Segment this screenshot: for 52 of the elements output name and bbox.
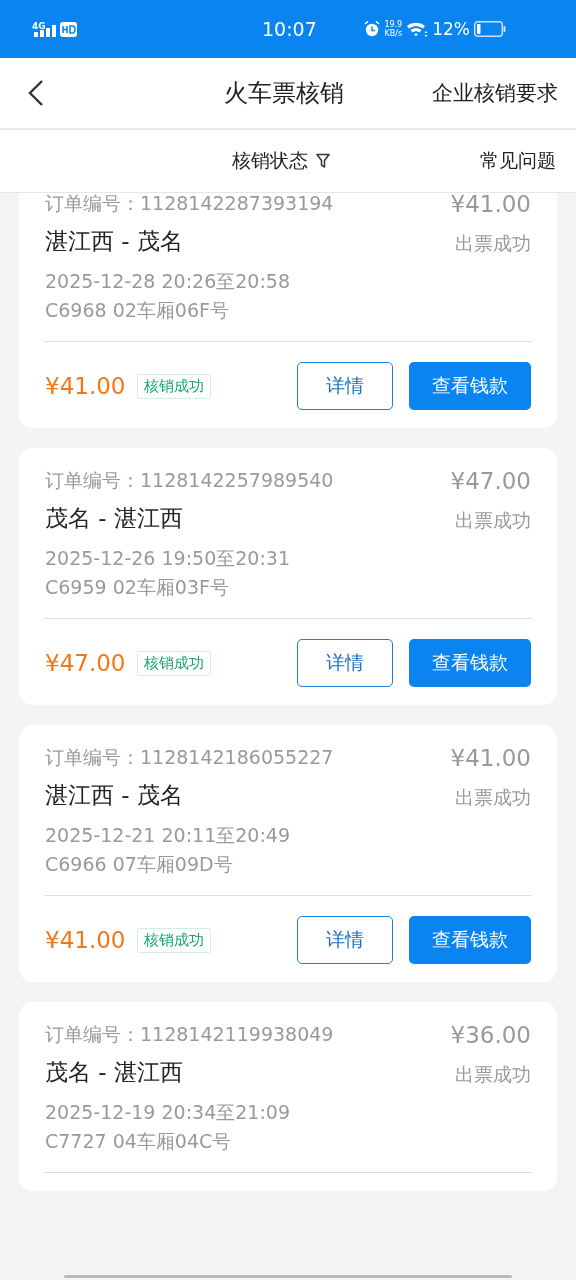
network-type: 4G bbox=[32, 21, 46, 31]
alarm-icon bbox=[364, 21, 381, 37]
departure-time: 2025-12-26 19:50至20:31 bbox=[45, 546, 291, 571]
battery-percent: 12% bbox=[432, 19, 470, 39]
departure-time: 2025-12-21 20:11至20:49 bbox=[45, 823, 291, 848]
view-payment-button[interactable]: 查看钱款 bbox=[409, 639, 531, 687]
route: 茂名 - 湛江西 bbox=[45, 1057, 183, 1087]
verify-status-tag: 核销成功 bbox=[137, 373, 212, 399]
ticket-status: 出票成功 bbox=[455, 508, 531, 533]
details-button[interactable]: 详情 bbox=[297, 916, 393, 964]
ticket-status: 出票成功 bbox=[455, 785, 531, 810]
route: 茂名 - 湛江西 bbox=[45, 503, 183, 533]
view-payment-button[interactable]: 查看钱款 bbox=[409, 362, 531, 410]
filter-icon bbox=[316, 153, 330, 169]
verified-amount: ¥47.00 bbox=[45, 650, 126, 676]
ticket-price: ¥36.00 bbox=[450, 1022, 531, 1048]
seat-info: C7727 04车厢04C号 bbox=[45, 1129, 233, 1154]
seat-info: C6966 07车厢09D号 bbox=[45, 852, 234, 877]
battery-icon bbox=[474, 21, 506, 37]
verify-status-tag: 核销成功 bbox=[137, 650, 212, 676]
seat-info: C6959 02车厢03F号 bbox=[45, 575, 230, 600]
verified-amount: ¥41.00 bbox=[45, 927, 126, 953]
back-button[interactable] bbox=[28, 79, 44, 107]
hd-icon bbox=[59, 22, 77, 37]
speed-unit: KB/s bbox=[384, 29, 403, 38]
route: 湛江西 - 茂名 bbox=[45, 226, 183, 256]
verify-status-tag: 核销成功 bbox=[137, 927, 212, 953]
speed-value: 19.9 bbox=[384, 20, 403, 29]
route: 湛江西 - 茂名 bbox=[45, 780, 183, 810]
ticket-price: ¥41.00 bbox=[450, 193, 531, 217]
ticket-price: ¥47.00 bbox=[450, 468, 531, 494]
order-number: 订单编号：1128142287393194 bbox=[45, 193, 334, 216]
departure-time: 2025-12-28 20:26至20:58 bbox=[45, 269, 291, 294]
ticket-status: 出票成功 bbox=[455, 231, 531, 256]
back-icon bbox=[28, 79, 44, 107]
faq-link[interactable]: 常见问题 bbox=[480, 148, 556, 174]
requirements-link[interactable]: 企业核销要求 bbox=[432, 79, 558, 107]
status-filter[interactable]: 核销状态 bbox=[232, 148, 330, 174]
order-number: 订单编号：1128142186055227 bbox=[45, 745, 334, 770]
verified-amount: ¥41.00 bbox=[45, 373, 126, 399]
order-number: 订单编号：1128142257989540 bbox=[45, 468, 334, 493]
ticket-status: 出票成功 bbox=[455, 1062, 531, 1087]
clock-time: 10:07 bbox=[262, 18, 317, 40]
order-number: 订单编号：1128142119938049 bbox=[45, 1022, 334, 1047]
ticket-price: ¥41.00 bbox=[450, 745, 531, 771]
wifi-icon bbox=[406, 21, 429, 37]
page-title: 火车票核销 bbox=[224, 78, 344, 109]
seat-info: C6968 02车厢06F号 bbox=[45, 298, 230, 323]
departure-time: 2025-12-19 20:34至21:09 bbox=[45, 1100, 291, 1125]
view-payment-button[interactable]: 查看钱款 bbox=[409, 916, 531, 964]
details-button[interactable]: 详情 bbox=[297, 362, 393, 410]
details-button[interactable]: 详情 bbox=[297, 639, 393, 687]
